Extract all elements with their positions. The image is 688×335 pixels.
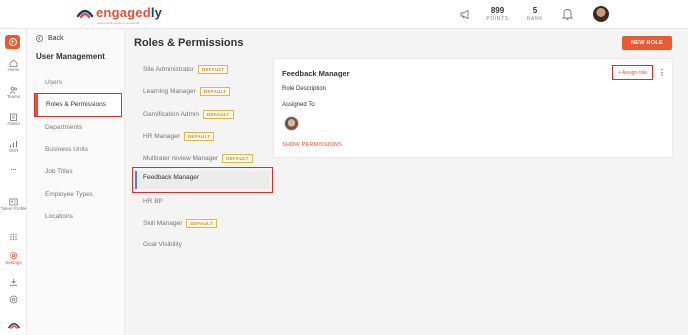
people-icon xyxy=(9,86,17,94)
more-icon: ... xyxy=(10,165,17,172)
rail-item-more[interactable]: ... xyxy=(0,164,27,173)
back-button[interactable]: Back xyxy=(36,35,64,42)
role-name: HR Manager xyxy=(143,133,180,140)
more-options-icon[interactable]: ⋮ xyxy=(658,69,666,77)
sidebar-item-business-units[interactable]: Business Units xyxy=(45,146,88,153)
assign-role-label: + Assign role xyxy=(618,69,647,76)
create-button[interactable]: + xyxy=(5,35,20,49)
role-item-site-administrator[interactable]: Site Administrator DEFAULT xyxy=(143,65,229,74)
download-icon xyxy=(10,278,17,286)
page-title: Roles & Permissions xyxy=(134,37,244,49)
assigned-to-label: Assigned To xyxy=(282,102,315,108)
bell-icon[interactable] xyxy=(561,8,574,22)
show-permissions-link[interactable]: SHOW PERMISSIONS xyxy=(282,142,342,148)
gear-icon xyxy=(9,251,18,260)
default-badge: DEFAULT xyxy=(222,154,253,163)
active-indicator xyxy=(35,94,38,116)
role-item-multirater-review-manager[interactable]: Multirater review Manager DEFAULT xyxy=(143,154,253,163)
rail-item-brand[interactable] xyxy=(0,321,27,329)
rail-label-teams: Teams xyxy=(6,94,21,99)
role-item-gamification-admin[interactable]: Gamification Admin DEFAULT xyxy=(143,110,234,119)
help-icon xyxy=(9,295,18,304)
role-item-hr-manager[interactable]: HR Manager DEFAULT xyxy=(143,132,215,141)
default-badge: DEFAULT xyxy=(199,87,231,96)
rail-item-help[interactable] xyxy=(0,295,27,304)
back-arrow-icon xyxy=(36,35,43,42)
sidebar-item-locations[interactable]: Locations xyxy=(45,213,73,220)
role-item-learning-manager[interactable]: Learning Manager DEFAULT xyxy=(143,87,231,96)
role-item-skill-manager[interactable]: Skill Manager DEFAULT xyxy=(143,219,217,228)
role-title: Feedback Manager xyxy=(282,69,350,78)
sidebar-item-departments[interactable]: Departments xyxy=(45,124,82,131)
rail-item-talent-profile[interactable]: Talent Profile xyxy=(0,198,27,212)
profile-card-icon xyxy=(9,198,18,206)
role-name: Skill Manager xyxy=(143,220,183,227)
sidebar-item-users[interactable]: Users xyxy=(45,79,62,86)
sidebar-title: User Management xyxy=(36,52,105,61)
rail-item-teams[interactable]: Teams xyxy=(0,86,27,100)
rank-stat[interactable]: 5 RANK xyxy=(524,6,546,22)
sidebar-item-label: Roles & Permissions xyxy=(46,101,106,108)
home-icon xyxy=(9,59,18,67)
back-label: Back xyxy=(48,35,64,42)
role-name: Learning Manager xyxy=(143,88,196,95)
rank-label: RANK xyxy=(526,16,544,22)
sidebar-item-employee-types[interactable]: Employee Types xyxy=(45,191,93,198)
megaphone-icon[interactable] xyxy=(460,9,471,21)
rail-item-settings[interactable]: Settings xyxy=(0,251,27,266)
user-avatar[interactable] xyxy=(593,6,609,22)
rail-label-talent-profile: Talent Profile xyxy=(0,206,27,211)
grid-icon xyxy=(10,233,17,241)
points-stat[interactable]: 899 POINTS xyxy=(484,6,511,22)
new-role-button[interactable]: NEW ROLE xyxy=(622,36,672,50)
rail-item-okr[interactable]: OKR xyxy=(0,140,27,154)
role-item-feedback-manager[interactable]: Feedback Manager xyxy=(132,167,273,193)
building-icon xyxy=(10,113,17,121)
role-name: Goal Visibility xyxy=(143,241,182,248)
rail-label-okr: OKR xyxy=(8,148,19,153)
sidebar-item-job-titles[interactable]: Job Titles xyxy=(45,168,72,175)
logo-tagline: where work becomes wonderful xyxy=(97,21,140,25)
logo-text-b: ly xyxy=(150,5,163,20)
role-item-hr-bp[interactable]: HR BP xyxy=(143,198,163,205)
role-name: Feedback Manager xyxy=(143,174,200,181)
default-badge: DEFAULT xyxy=(183,132,215,141)
assigned-user-avatar[interactable] xyxy=(284,116,299,131)
rail-item-apps[interactable] xyxy=(0,233,27,241)
rail-item-download[interactable] xyxy=(0,278,27,286)
top-bar: engagedly where work becomes wonderful 8… xyxy=(0,0,688,29)
role-name: Gamification Admin xyxy=(143,111,199,118)
logo-mark-icon xyxy=(76,6,94,20)
engagedly-logo[interactable]: engagedly xyxy=(76,5,162,20)
role-name: Multirater review Manager xyxy=(143,155,219,162)
role-description-label: Role Description xyxy=(282,86,327,92)
rail-label-home: Home xyxy=(7,67,20,72)
default-badge: DEFAULT xyxy=(203,110,234,119)
points-label: POINTS xyxy=(486,16,509,22)
default-badge: DEFAULT xyxy=(186,219,217,228)
plus-icon: + xyxy=(8,38,17,46)
role-detail-card: Feedback Manager + Assign role ⋮ Role De… xyxy=(274,59,672,157)
role-name: HR BP xyxy=(143,198,163,205)
sidebar-item-roles-permissions[interactable]: Roles & Permissions xyxy=(34,93,122,117)
role-name: Site Administrator xyxy=(143,66,194,73)
points-value: 899 xyxy=(490,6,505,15)
rail-label-admin: Admin xyxy=(7,121,20,126)
default-badge: DEFAULT xyxy=(197,65,229,74)
logo-text-a: engaged xyxy=(96,5,151,20)
left-rail: + Home Teams Admin OKR ... Talent Profil… xyxy=(0,29,27,335)
user-management-sidebar: Back User Management Users Roles & Permi… xyxy=(27,29,125,335)
rail-label-settings: Settings xyxy=(5,260,22,265)
role-item-goal-visibility[interactable]: Goal Visibility xyxy=(143,241,182,248)
rank-value: 5 xyxy=(532,6,538,15)
engagedly-mark-icon xyxy=(7,322,20,329)
rail-item-admin[interactable]: Admin xyxy=(0,113,27,127)
rail-item-home[interactable]: Home xyxy=(0,59,27,73)
assign-role-button[interactable]: + Assign role xyxy=(612,65,653,80)
chart-icon xyxy=(10,141,17,148)
